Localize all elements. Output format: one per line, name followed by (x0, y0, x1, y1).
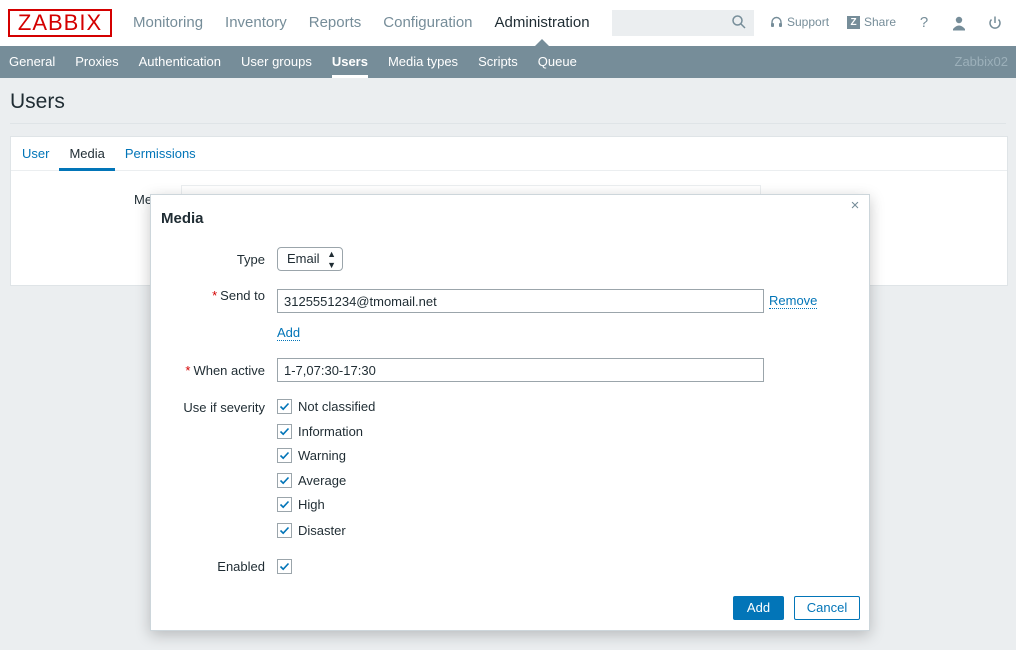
nav-inventory[interactable]: Inventory (214, 0, 298, 46)
form-tabs: User Media Permissions (11, 137, 1007, 171)
share-icon: Z (847, 15, 860, 29)
remove-link[interactable]: Remove (769, 293, 818, 309)
subnav-authentication[interactable]: Authentication (129, 46, 231, 78)
type-label: Type (236, 252, 265, 267)
sign-out-icon[interactable] (986, 14, 1004, 32)
add-button[interactable]: Add (733, 596, 784, 620)
severity-label-text: High (298, 497, 325, 512)
support-link[interactable]: Support (770, 15, 829, 29)
close-icon[interactable]: × (847, 197, 863, 214)
nav-reports[interactable]: Reports (298, 0, 373, 46)
enabled-checkbox-row[interactable] (277, 559, 292, 574)
required-marker: * (212, 288, 218, 303)
severity-average[interactable]: Average (277, 473, 346, 488)
dialog-title: Media (161, 210, 204, 227)
subnav-proxies[interactable]: Proxies (65, 46, 128, 78)
checkbox[interactable] (277, 497, 292, 512)
subnav-user-groups[interactable]: User groups (231, 46, 322, 78)
media-dialog: Media × Type Email ▲▼ *Send to Remove Ad… (150, 194, 870, 631)
send-to-label: * Send to (212, 288, 265, 303)
help-icon[interactable]: ? (915, 14, 933, 32)
add-send-to-link[interactable]: Add (277, 325, 301, 341)
enabled-label: Enabled (217, 559, 265, 574)
send-to-label-text: Send to (220, 288, 265, 303)
nav-configuration[interactable]: Configuration (372, 0, 483, 46)
nav-monitoring[interactable]: Monitoring (122, 0, 214, 46)
tab-media[interactable]: Media (59, 137, 116, 171)
type-select[interactable]: Email ▲ ▼ (277, 247, 343, 271)
when-active-label: * When active (185, 363, 265, 378)
severity-warning[interactable]: Warning (277, 448, 346, 463)
severity-label-text: Disaster (298, 523, 346, 538)
severity-label-text: Average (298, 473, 347, 488)
share-label: Share (864, 15, 897, 29)
search-icon[interactable] (731, 14, 747, 30)
subnav-users[interactable]: Users (322, 46, 378, 78)
tab-permissions[interactable]: Permissions (115, 137, 206, 170)
severity-disaster[interactable]: Disaster (277, 523, 346, 538)
subnav-queue[interactable]: Queue (528, 46, 587, 78)
send-to-field[interactable] (277, 289, 764, 313)
zabbix-logo[interactable]: ZABBIX (8, 9, 112, 37)
severity-label: Use if severity (183, 400, 265, 415)
enabled-checkbox[interactable] (277, 559, 292, 574)
checkbox[interactable] (277, 448, 292, 463)
page-title: Users (10, 90, 65, 113)
required-marker: * (185, 363, 191, 378)
severity-not-classified[interactable]: Not classified (277, 399, 375, 414)
main-nav: Monitoring Inventory Reports Configurati… (122, 0, 601, 46)
select-arrows-icon: ▲ ▼ (327, 249, 336, 270)
severity-label-text: Information (298, 424, 364, 439)
severity-information[interactable]: Information (277, 424, 363, 439)
when-active-label-text: When active (193, 363, 265, 378)
title-divider (10, 123, 1006, 124)
tab-user[interactable]: User (11, 137, 59, 170)
severity-high[interactable]: High (277, 497, 325, 512)
severity-label-text: Not classified (298, 399, 376, 414)
checkbox[interactable] (277, 424, 292, 439)
subnav-scripts[interactable]: Scripts (468, 46, 528, 78)
when-active-field[interactable] (277, 358, 764, 382)
top-header: ZABBIX Monitoring Inventory Reports Conf… (0, 0, 1016, 46)
checkbox[interactable] (277, 523, 292, 538)
nav-administration[interactable]: Administration (484, 0, 601, 46)
checkbox[interactable] (277, 473, 292, 488)
sub-nav: General Proxies Authentication User grou… (0, 46, 1016, 78)
cancel-button[interactable]: Cancel (794, 596, 860, 620)
support-label: Support (787, 15, 830, 29)
headset-icon (771, 16, 782, 27)
severity-label-text: Warning (298, 448, 346, 463)
share-link[interactable]: Z Share (847, 15, 896, 29)
server-name: Zabbix02 (954, 54, 1008, 69)
type-select-value: Email (287, 251, 320, 266)
user-profile-icon[interactable] (950, 14, 968, 32)
subnav-general[interactable]: General (0, 46, 65, 78)
subnav-media-types[interactable]: Media types (378, 46, 468, 78)
checkbox[interactable] (277, 399, 292, 414)
